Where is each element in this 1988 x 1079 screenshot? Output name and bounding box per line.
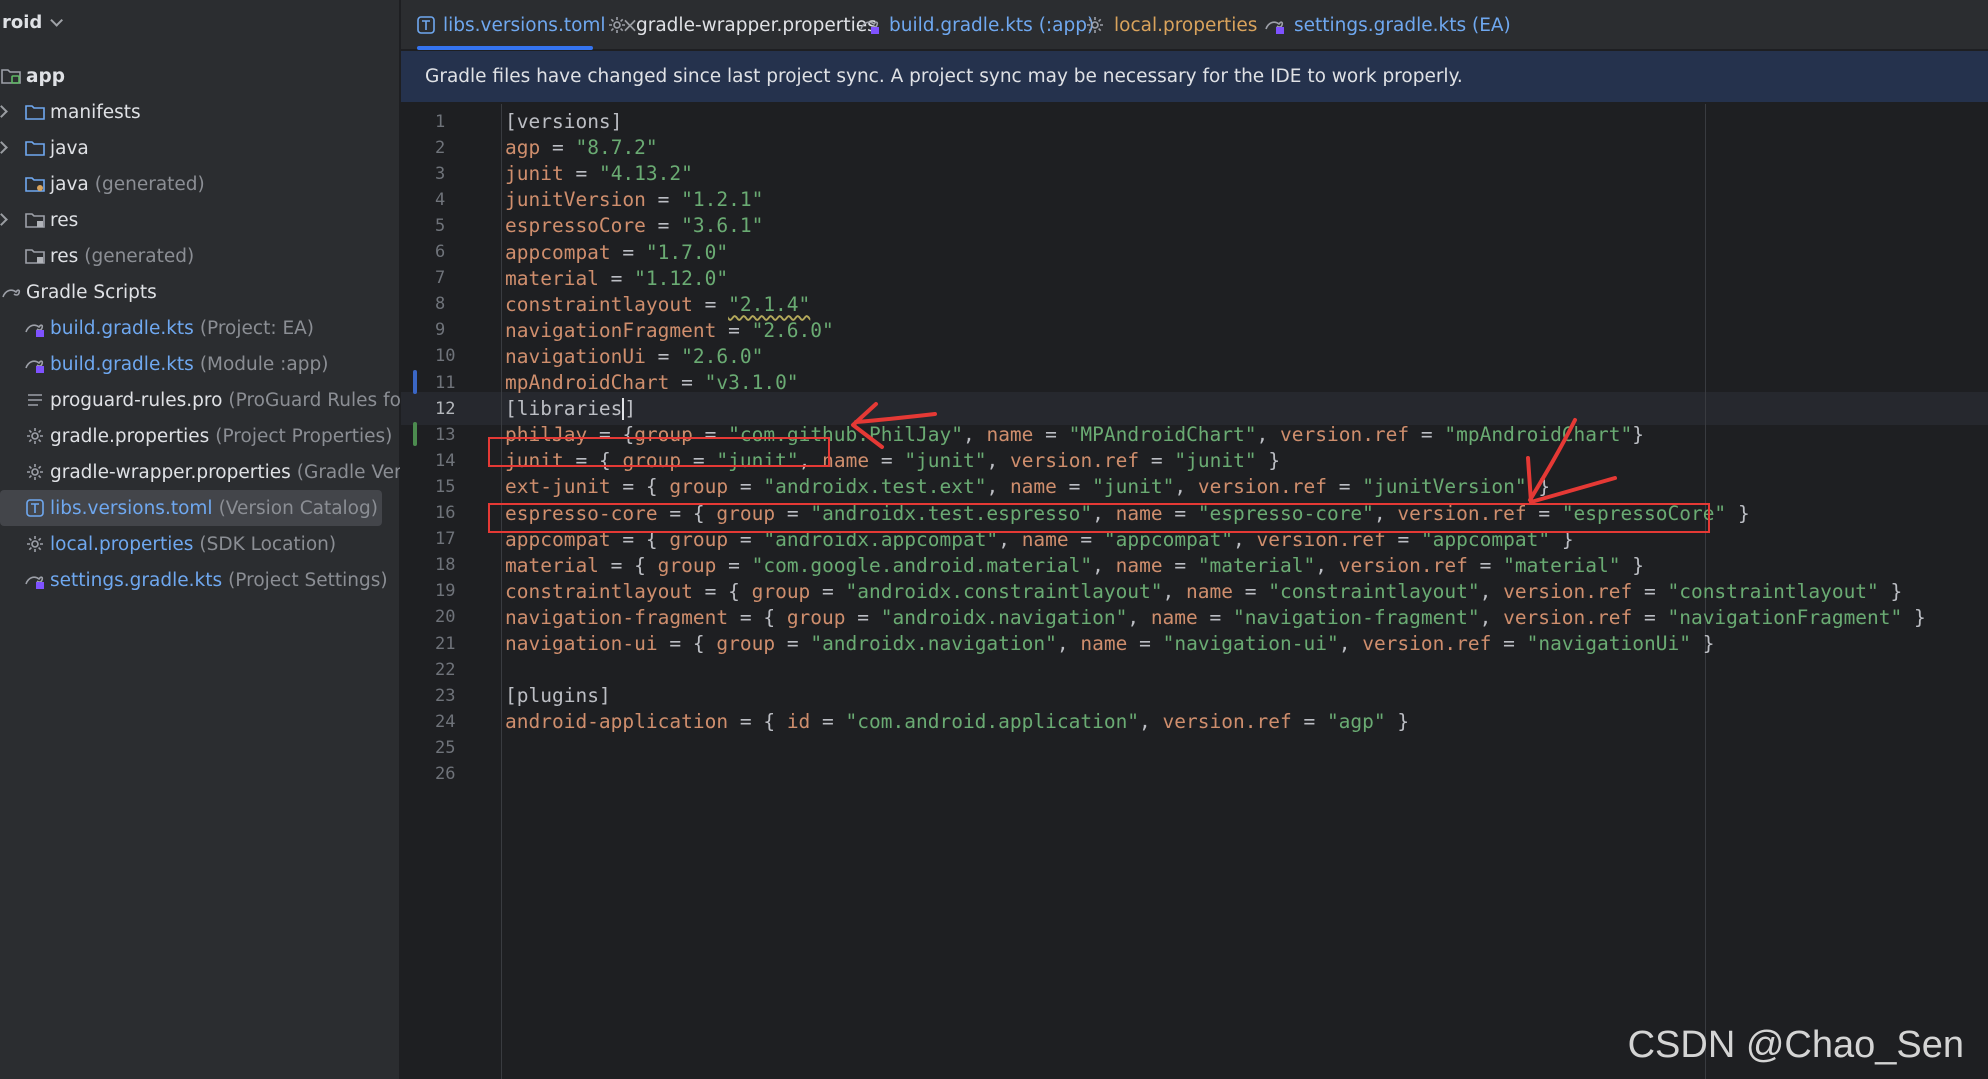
settings-file-icon bbox=[1084, 14, 1106, 36]
tree-item[interactable]: local.properties (SDK Location) bbox=[0, 526, 400, 562]
tree-item-label: java bbox=[50, 137, 89, 159]
res-folder-icon bbox=[24, 245, 46, 267]
tree-item-hint: (Gradle Versio bbox=[296, 461, 400, 483]
editor-tab[interactable]: local.properties bbox=[1084, 0, 1257, 50]
tree-item-label: app bbox=[26, 65, 65, 87]
editor-tab-label: libs.versions.toml bbox=[443, 14, 606, 36]
editor-tab[interactable]: gradle-wrapper.properties bbox=[606, 0, 877, 50]
gradle-kts-icon bbox=[1264, 14, 1286, 36]
folder-gen-icon bbox=[24, 173, 46, 195]
tree-item[interactable]: res bbox=[0, 202, 400, 238]
tree-item-hint: (SDK Location) bbox=[199, 533, 337, 555]
tree-item[interactable]: manifests bbox=[0, 94, 400, 130]
toml-icon bbox=[417, 14, 435, 36]
annotation-box-library bbox=[488, 503, 1710, 533]
editor-tab-label: gradle-wrapper.properties bbox=[636, 14, 877, 36]
settings-file-icon bbox=[24, 425, 46, 447]
gradle-kts-icon bbox=[24, 317, 46, 339]
tree-item[interactable]: proguard-rules.pro(ProGuard Rules for ' bbox=[0, 382, 400, 418]
res-folder-icon bbox=[24, 209, 46, 231]
tree-item-label: Gradle Scripts bbox=[26, 281, 157, 303]
sync-notification-text: Gradle files have changed since last pro… bbox=[425, 66, 1463, 87]
project-panel: roid app manifests java java (generated) res r… bbox=[0, 0, 400, 1079]
tree-item-label: build.gradle.kts bbox=[50, 317, 194, 339]
project-tree: app manifests java java (generated) res res (ge… bbox=[0, 58, 400, 598]
tree-item-hint: (Module :app) bbox=[199, 353, 329, 375]
tree-item-label: libs.versions.toml bbox=[50, 497, 213, 519]
editor-tab[interactable]: settings.gradle.kts (EA) bbox=[1264, 0, 1511, 50]
tree-item[interactable]: settings.gradle.kts (Project Settings) bbox=[0, 562, 400, 598]
tree-item[interactable]: app bbox=[0, 58, 400, 94]
code-line[interactable]: android-application = { id = "com.androi… bbox=[505, 705, 1409, 738]
tree-item-hint: (Project: EA) bbox=[199, 317, 315, 339]
project-view-label: roid bbox=[2, 11, 43, 33]
editor-tab[interactable]: libs.versions.toml × bbox=[417, 0, 638, 50]
tree-item-label: proguard-rules.pro bbox=[50, 389, 223, 411]
toml-icon bbox=[24, 497, 46, 519]
gradle-icon bbox=[0, 281, 22, 303]
code-line[interactable]: navigation-ui = { group = "androidx.navi… bbox=[505, 627, 1714, 660]
tree-item-hint: (Project Settings) bbox=[228, 569, 388, 591]
tree-item-label: gradle-wrapper.properties bbox=[50, 461, 291, 483]
tree-item-hint: (generated) bbox=[84, 245, 195, 267]
tree-item[interactable]: build.gradle.kts (Project: EA) bbox=[0, 310, 400, 346]
tree-item[interactable]: gradle-wrapper.properties(Gradle Versio bbox=[0, 454, 400, 490]
settings-file-icon bbox=[24, 461, 46, 483]
added-line-marker[interactable] bbox=[413, 422, 417, 447]
tree-item-label: res bbox=[50, 245, 79, 267]
tree-item-label: java bbox=[50, 173, 89, 195]
tree-item-hint: (Version Catalog) bbox=[218, 497, 378, 519]
tree-item-hint: (generated) bbox=[94, 173, 205, 195]
gutter-separator bbox=[501, 104, 502, 1079]
tree-item[interactable]: build.gradle.kts (Module :app) bbox=[0, 346, 400, 382]
tree-item-hint: (ProGuard Rules for ' bbox=[228, 389, 400, 411]
gradle-kts-icon bbox=[24, 353, 46, 375]
module-icon bbox=[0, 65, 22, 87]
tree-item[interactable]: java (generated) bbox=[0, 166, 400, 202]
sync-notification-banner: Gradle files have changed since last pro… bbox=[401, 51, 1988, 103]
tree-item-hint: (Project Properties) bbox=[215, 425, 393, 447]
watermark: CSDN @Chao_Sen bbox=[1627, 1024, 1964, 1066]
line-number: 26 bbox=[435, 764, 456, 784]
chevron-right-icon[interactable] bbox=[0, 141, 8, 154]
gradle-kts-icon bbox=[24, 569, 46, 591]
gradle-kts-icon bbox=[859, 14, 881, 36]
editor-tab-label: settings.gradle.kts (EA) bbox=[1294, 14, 1511, 36]
text-file-icon bbox=[24, 389, 46, 411]
settings-file-icon bbox=[606, 14, 628, 36]
chevron-down-icon[interactable] bbox=[50, 13, 64, 27]
tree-item-label: settings.gradle.kts bbox=[50, 569, 223, 591]
editor-tab-bar: libs.versions.toml × gradle-wrapper.proper… bbox=[401, 0, 1988, 50]
tree-item-label: local.properties bbox=[50, 533, 194, 555]
tree-item-label: res bbox=[50, 209, 79, 231]
code-editor[interactable]: 1 2 3 4 5 6 7 8 9 10 11 12 13 14 15 16 17 18 19 20 21 22 23 24 2… bbox=[401, 104, 1988, 1079]
chevron-right-icon[interactable] bbox=[0, 105, 8, 118]
folder-icon bbox=[24, 137, 46, 159]
project-view-selector[interactable]: roid bbox=[0, 0, 400, 44]
settings-file-icon bbox=[24, 533, 46, 555]
tree-item-label: gradle.properties bbox=[50, 425, 210, 447]
folder-icon bbox=[24, 101, 46, 123]
tree-item-label: build.gradle.kts bbox=[50, 353, 194, 375]
tree-item[interactable]: libs.versions.toml (Version Catalog) bbox=[0, 490, 382, 526]
editor-tab[interactable]: build.gradle.kts (:app) bbox=[859, 0, 1094, 50]
tree-item-label: manifests bbox=[50, 101, 141, 123]
editor-tab-label: local.properties bbox=[1114, 14, 1258, 36]
chevron-right-icon[interactable] bbox=[0, 213, 8, 226]
line-number-gutter[interactable]: 1 2 3 4 5 6 7 8 9 10 11 12 13 14 15 16 17 18 19 20 21 22 23 24 2… bbox=[401, 104, 501, 1079]
tree-item[interactable]: gradle.properties (Project Properties) bbox=[0, 418, 400, 454]
editor-tab-label: build.gradle.kts (:app) bbox=[889, 14, 1095, 36]
tree-item[interactable]: java bbox=[0, 130, 400, 166]
tree-item[interactable]: res (generated) bbox=[0, 238, 400, 274]
modified-line-marker[interactable] bbox=[413, 370, 417, 394]
annotation-box-version bbox=[488, 437, 830, 467]
tree-item[interactable]: Gradle Scripts bbox=[0, 274, 400, 310]
